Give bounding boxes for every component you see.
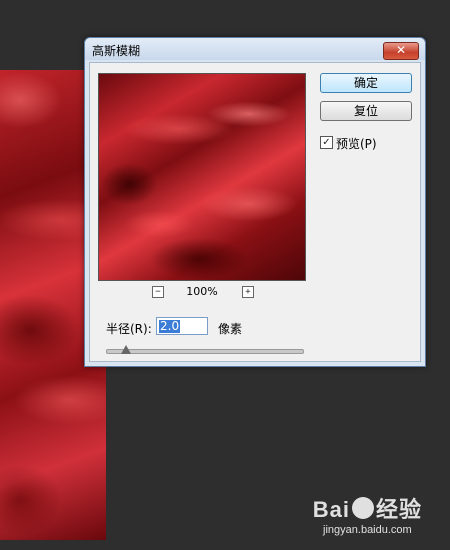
slider-thumb[interactable] [120,345,131,354]
check-icon: ✓ [322,137,331,148]
dialog-titlebar[interactable]: 高斯模糊 ✕ [85,38,425,60]
paw-icon [351,497,374,520]
preview-image[interactable] [98,73,306,281]
close-button[interactable]: ✕ [383,42,419,60]
gaussian-blur-dialog: 高斯模糊 ✕ − 100% + 半径(R): 2.0 像素 确定 复位 ✓ 预览… [84,37,426,367]
reset-button[interactable]: 复位 [320,101,412,121]
watermark: Bai 经验 jingyan.baidu.com [313,492,422,536]
radius-value: 2.0 [159,319,181,333]
preview-checkbox-label: 预览(P) [336,137,377,151]
radius-row: 半径(R): 2.0 像素 [106,317,306,337]
slider-track[interactable] [106,349,304,354]
close-icon: ✕ [395,43,407,57]
dialog-title: 高斯模糊 [92,44,141,58]
zoom-out-button[interactable]: − [152,286,164,298]
watermark-brand-right: 经验 [375,497,422,522]
ok-button[interactable]: 确定 [320,73,412,93]
watermark-brand-left: Bai [312,497,350,522]
dialog-body: − 100% + 半径(R): 2.0 像素 确定 复位 ✓ 预览(P) [89,62,421,362]
watermark-logo: Bai 经验 [313,492,422,524]
radius-unit: 像素 [218,322,243,336]
radius-slider[interactable] [106,345,304,357]
preview-checkbox[interactable]: ✓ [320,136,333,149]
watermark-url: jingyan.baidu.com [323,524,412,536]
zoom-in-button[interactable]: + [242,286,254,298]
radius-input[interactable]: 2.0 [156,317,208,335]
zoom-controls: − 100% + [98,285,304,299]
minus-icon: − [155,287,161,297]
plus-icon: + [245,287,251,297]
radius-label: 半径(R): [106,322,152,336]
zoom-level: 100% [186,285,218,298]
